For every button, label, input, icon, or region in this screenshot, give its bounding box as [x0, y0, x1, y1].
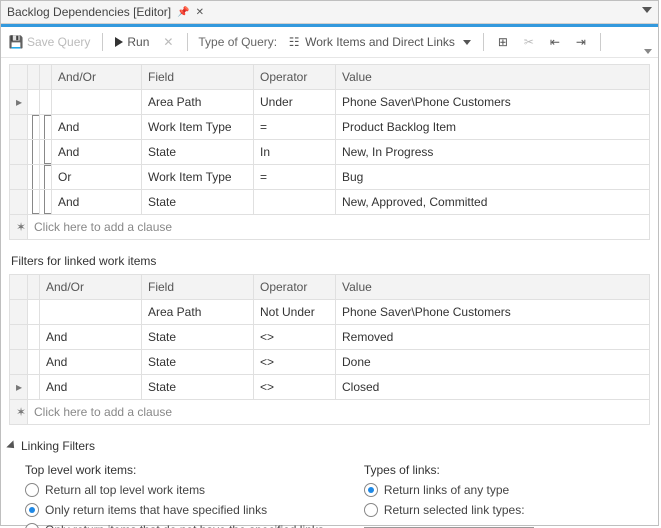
chevron-down-icon: [463, 40, 471, 45]
table-row[interactable]: And State <> Done: [10, 350, 650, 375]
col-value[interactable]: Value: [336, 275, 650, 300]
top-level-label: Top level work items:: [25, 463, 324, 477]
cancel-icon: ✕: [159, 33, 177, 51]
link-types-label: Types of links:: [364, 463, 534, 477]
table-row[interactable]: Or Work Item Type = Bug: [10, 165, 650, 190]
radio-selected-types[interactable]: Return selected link types:: [364, 503, 534, 517]
table-row[interactable]: And State New, Approved, Committed: [10, 190, 650, 215]
col-operator[interactable]: Operator: [254, 65, 336, 90]
pin-icon[interactable]: 📌: [177, 7, 189, 18]
linking-section-toggle[interactable]: Linking Filters: [9, 439, 650, 453]
toolbar-overflow-icon[interactable]: [644, 49, 652, 54]
table-row[interactable]: Area Path Not Under Phone Saver\Phone Cu…: [10, 300, 650, 325]
radio-only-specified[interactable]: Only return items that have specified li…: [25, 503, 324, 517]
add-clause-row[interactable]: ✶ Click here to add a clause: [10, 400, 650, 425]
query-type-dropdown[interactable]: ☷ Work Items and Direct Links: [285, 33, 473, 51]
run-button[interactable]: Run: [113, 33, 151, 51]
radio-only-without[interactable]: Only return items that do not have the s…: [25, 523, 324, 528]
linked-section-title: Filters for linked work items: [11, 254, 648, 268]
save-query-button[interactable]: 💾 Save Query: [7, 33, 92, 51]
tree-icon[interactable]: ⊞: [494, 33, 512, 51]
table-row[interactable]: And State <> Removed: [10, 325, 650, 350]
col-operator[interactable]: Operator: [254, 275, 336, 300]
window-menu-icon[interactable]: [642, 7, 652, 13]
table-row[interactable]: And Work Item Type = Product Backlog Ite…: [10, 115, 650, 140]
indent-left-icon[interactable]: ⇤: [546, 33, 564, 51]
radio-any-type[interactable]: Return links of any type: [364, 483, 534, 497]
linking-section-title: Linking Filters: [21, 439, 95, 453]
radio-return-all[interactable]: Return all top level work items: [25, 483, 324, 497]
delete-clause-icon: ✂: [520, 33, 538, 51]
indent-right-icon[interactable]: ⇥: [572, 33, 590, 51]
col-value[interactable]: Value: [336, 65, 650, 90]
query-type-icon: ☷: [287, 35, 301, 49]
add-clause-row[interactable]: ✶ Click here to add a clause: [10, 215, 650, 240]
save-query-label: Save Query: [27, 35, 90, 49]
save-icon: 💾: [9, 35, 23, 49]
table-row[interactable]: And State In New, In Progress: [10, 140, 650, 165]
col-andor[interactable]: And/Or: [52, 65, 142, 90]
table-row[interactable]: ▸ And State <> Closed: [10, 375, 650, 400]
close-icon[interactable]: ✕: [196, 7, 204, 18]
toolbar: 💾 Save Query Run ✕ Type of Query: ☷ Work…: [1, 27, 658, 58]
linked-clauses-grid: And/Or Field Operator Value Area Path No…: [9, 274, 650, 425]
table-row[interactable]: ▸ Area Path Under Phone Saver\Phone Cust…: [10, 90, 650, 115]
expand-icon: [6, 440, 17, 451]
col-field[interactable]: Field: [142, 65, 254, 90]
run-label: Run: [127, 35, 149, 49]
query-type-label: Type of Query:: [198, 35, 277, 49]
col-field[interactable]: Field: [142, 275, 254, 300]
play-icon: [115, 37, 123, 47]
query-type-value: Work Items and Direct Links: [305, 35, 455, 49]
top-clauses-grid: And/Or Field Operator Value ▸ Area Path …: [9, 64, 650, 240]
window-title: Backlog Dependencies [Editor]: [7, 5, 171, 19]
col-andor[interactable]: And/Or: [40, 275, 142, 300]
